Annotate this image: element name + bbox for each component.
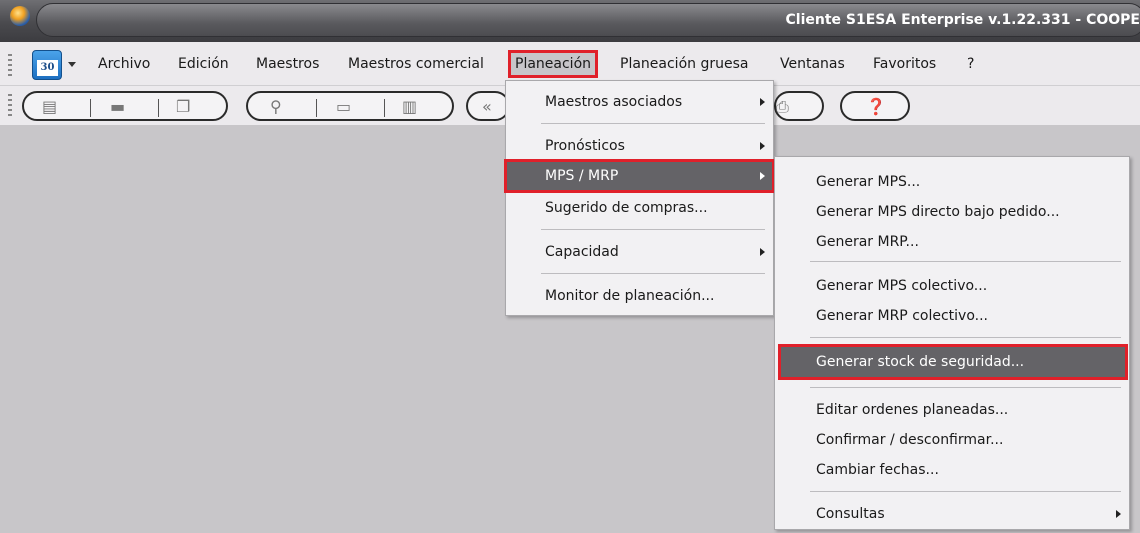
calendar-day: 30: [37, 60, 58, 76]
menu-maestros-comercial[interactable]: Maestros comercial: [348, 56, 484, 72]
copy-icon[interactable]: ❐: [176, 98, 190, 116]
calendar-dropdown-icon[interactable]: [68, 62, 76, 67]
back-icon[interactable]: «: [482, 98, 492, 116]
submenu-item-confirmar[interactable]: Confirmar / desconfirmar...: [775, 425, 1129, 455]
menu-item-mps-mrp[interactable]: MPS / MRP: [504, 159, 775, 193]
menu-item-pronosticos[interactable]: Pronósticos: [506, 131, 773, 161]
toolbar-group-nav: «: [466, 91, 510, 121]
submenu-item-generar-mps-colectivo[interactable]: Generar MPS colectivo...: [775, 271, 1129, 301]
toolbar-grip-icon[interactable]: [8, 94, 12, 118]
mps-mrp-submenu: Generar MPS... Generar MPS directo bajo …: [774, 156, 1130, 530]
menu-archivo[interactable]: Archivo: [98, 56, 150, 72]
print-icon[interactable]: ⎙: [776, 98, 789, 116]
menu-favoritos[interactable]: Favoritos: [873, 56, 936, 72]
submenu-item-generar-mps-directo[interactable]: Generar MPS directo bajo pedido...: [775, 197, 1129, 227]
submenu-arrow-icon: [1116, 510, 1121, 518]
menu-item-sugerido-compras[interactable]: Sugerido de compras...: [506, 193, 773, 223]
delete-icon[interactable]: ▥: [402, 98, 417, 116]
menu-help[interactable]: ?: [967, 56, 974, 72]
app-logo-icon[interactable]: [10, 6, 30, 26]
submenu-item-editar-ordenes[interactable]: Editar ordenes planeadas...: [775, 395, 1129, 425]
submenu-arrow-icon: [760, 98, 765, 106]
toolbar-group-help: ❓: [840, 91, 910, 121]
menu-item-maestros-asociados[interactable]: Maestros asociados: [506, 87, 773, 117]
toolbar-group-edit: ⚲ ▭ ▥: [246, 91, 454, 121]
toolbar-group-file: ▤ ▬ ❐: [22, 91, 228, 121]
submenu-item-generar-stock-seguridad[interactable]: Generar stock de seguridad...: [778, 344, 1128, 380]
menu-edicion[interactable]: Edición: [178, 56, 229, 72]
help-icon[interactable]: ❓: [866, 98, 886, 116]
calendar-icon[interactable]: 30: [32, 50, 62, 80]
submenu-item-generar-mrp-colectivo[interactable]: Generar MRP colectivo...: [775, 301, 1129, 331]
submenu-arrow-icon: [760, 248, 765, 256]
planeacion-menu: Maestros asociados Pronósticos MPS / MRP…: [504, 80, 775, 316]
submenu-item-cambiar-fechas[interactable]: Cambiar fechas...: [775, 455, 1129, 485]
open-folder-icon[interactable]: ▬: [110, 98, 125, 116]
menu-ventanas[interactable]: Ventanas: [780, 56, 845, 72]
menu-planeacion-gruesa[interactable]: Planeación gruesa: [620, 56, 748, 72]
search-icon[interactable]: ⚲: [270, 98, 282, 116]
save-icon[interactable]: ▭: [336, 98, 351, 116]
menu-item-monitor-planeacion[interactable]: Monitor de planeación...: [506, 281, 773, 311]
submenu-item-generar-mps[interactable]: Generar MPS...: [775, 167, 1129, 197]
menu-maestros[interactable]: Maestros: [256, 56, 319, 72]
window-title: Cliente S1ESA Enterprise v.1.22.331 - CO…: [785, 12, 1140, 28]
menu-item-capacidad[interactable]: Capacidad: [506, 237, 773, 267]
new-document-icon[interactable]: ▤: [42, 98, 57, 116]
title-bar: Cliente S1ESA Enterprise v.1.22.331 - CO…: [0, 0, 1140, 42]
toolbar-group-print: ⎙: [774, 91, 824, 121]
submenu-item-consultas[interactable]: Consultas: [775, 499, 1129, 529]
submenu-item-generar-mrp[interactable]: Generar MRP...: [775, 227, 1129, 257]
menu-planeacion[interactable]: Planeación: [507, 50, 599, 78]
submenu-arrow-icon: [760, 142, 765, 150]
menubar-grip-icon[interactable]: [8, 54, 12, 78]
submenu-arrow-icon: [760, 172, 765, 180]
